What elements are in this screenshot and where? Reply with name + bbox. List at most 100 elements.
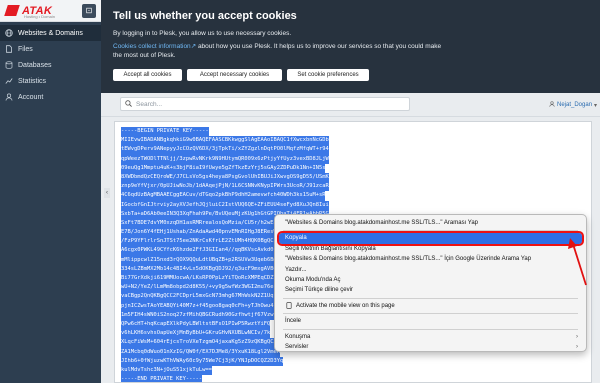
- accept-necessary-cookies-button[interactable]: Accept necessary cookies: [187, 69, 282, 81]
- accept-all-cookies-button[interactable]: Accept all cookies: [113, 69, 182, 81]
- key-line-text: mMlippcwlZ15nxd3rQOX9QQuLdtUBqZB+p2RSUVw…: [121, 255, 297, 265]
- header-divider: [101, 116, 600, 117]
- sidebar-item-label: Account: [18, 93, 44, 101]
- key-line: IGocbfGnIJtrviy2ayXVJefhJQjluiC2IstVUQ6Q…: [121, 200, 585, 210]
- menu-item-label: Konuşma: [285, 333, 311, 340]
- key-line: 4C6qdUzBAgMBAAECggEACuv/dTGqo2pkBhP9dhH2…: [121, 191, 585, 201]
- key-line-text: -----BEGIN PRIVATE KEY-----: [121, 127, 209, 137]
- key-line: qpWeezTWODlTTNljj/3zpwRvNKrk9N9HUtymQR00…: [121, 154, 585, 164]
- key-line-text: tEWvgDPerv9ANepyyJcCOzQV6DX/3jTpkTi/xZYZ…: [121, 145, 329, 155]
- chevron-down-icon: ▾: [594, 102, 598, 109]
- database-icon: [5, 61, 13, 69]
- menu-item[interactable]: Yazdır...: [275, 265, 586, 275]
- cookie-title: Tell us whether you accept cookies: [113, 10, 297, 22]
- chevron-right-icon: ›: [576, 343, 578, 350]
- menu-item-label: Servisler: [285, 343, 309, 350]
- menu-item[interactable]: Okuma Modu'nda Aç: [275, 275, 586, 285]
- chevron-left-icon: ‹: [106, 190, 108, 196]
- cookie-text-necessary: By logging in to Plesk, you allow us to …: [113, 30, 292, 37]
- mobile-icon: [285, 302, 292, 310]
- menu-item[interactable]: Servisler ›: [275, 342, 586, 352]
- key-line-text: Bi77GrXdkji619MMUocwA/LKsRP0PpLzYiTQoRcX…: [121, 274, 277, 284]
- user-menu[interactable]: Nejat_Dogan ▾: [549, 101, 597, 109]
- key-line-text: A6cgx0PWKL49CYfcK6hzde2FfJ3GIIan4//qqBKV…: [121, 246, 290, 256]
- key-line: znp9eYfVjxr/0pUJiwNoJb/1dAAqejPjN/1L6CSN…: [121, 182, 585, 192]
- key-line-text: v6hLKH6svhsOapUeXjMnByBbU+GKruGHvNXUBLwN…: [121, 329, 271, 339]
- user-icon: [5, 93, 13, 101]
- key-line: -----END PRIVATE KEY-----: [121, 375, 585, 382]
- menu-item[interactable]: İncele: [275, 316, 586, 326]
- cookie-info-link[interactable]: Cookies collect information: [113, 43, 191, 50]
- sidebar-nav: Websites & Domains Files Databases Stati…: [0, 22, 101, 105]
- menu-item[interactable]: Seçili Metnin Bağlantısını Kopyala: [275, 244, 586, 254]
- sidebar-item-label: Websites & Domains: [18, 29, 83, 37]
- key-line-text: IGocbfGnIJtrviy2ayXVJefhJQjluiC2IstVUQ6Q…: [121, 200, 329, 210]
- key-line: 8XWDbmdQzCEQroWE/J7CLsVo5gs4heya8PsgGvol…: [121, 172, 585, 183]
- cookie-preferences-button[interactable]: Set cookie preferences: [287, 69, 369, 81]
- key-line: MIIEvwIBADANBgkqhkiG9w0BAQEFAASCBKkwggSl…: [121, 136, 585, 146]
- logo-bar: ATAK Hosting • Domain ⊡: [0, 0, 101, 22]
- menu-separator: [283, 313, 578, 315]
- menu-item[interactable]: "Websites & Domains blog.atakdomainhost.…: [275, 254, 586, 264]
- menu-item-label: Seçimi Türkçe diline çevir: [285, 287, 353, 294]
- sidebar-item-websites-domains[interactable]: Websites & Domains: [0, 25, 101, 41]
- key-line-text: 09euQg1Mmptu4uK+s3bjF8iaI9fUwye5gZfTkzEz…: [121, 163, 326, 173]
- key-line: 09euQg1Mmptu4uK+s3bjF8iaI9fUwye5gZfTkzEz…: [121, 163, 585, 173]
- menu-item-label: Okuma Modu'nda Aç: [285, 276, 341, 283]
- key-line-text: pjnICZwsTAoYEABQYi40M7z+f45goo8gaq0cFh+y…: [121, 301, 274, 311]
- key-line: kulMdvTshc3N+jOuS51xjkTuLw==: [121, 365, 585, 376]
- menu-item-label: İncele: [285, 318, 302, 325]
- menu-item[interactable]: Activate the mobile view on this page: [275, 301, 586, 311]
- key-line-text: MIIEvwIBADANBgkqhkiG9w0BAQEFAASCBKkwggSl…: [121, 136, 329, 146]
- sidebar-item-account[interactable]: Account: [0, 89, 101, 105]
- key-line-text: 1m5FIH4sWN0iS2noq27zfMihQBGCRudh90Gzfhwt…: [121, 310, 274, 320]
- key-line-text: wU+N2/YeZ/lLmMm8obpd2d8K55/+vy9g5wfWz3WG…: [121, 283, 274, 293]
- file-icon: [5, 45, 13, 53]
- globe-icon: [5, 29, 13, 37]
- key-line-text: 8XWDbmdQzCEQroWE/J7CLsVo5gs4heya8PsgGvol…: [121, 172, 329, 183]
- key-line-text: znp9eYfVjxr/0pUJiwNoJb/1dAAqejPjN/1L6CSN…: [121, 182, 329, 192]
- chart-icon: [5, 77, 13, 85]
- key-line-text: 334sLZBmMX2Mb14c4BI4vLx5dOKBgQDJ92/q3ucF…: [121, 264, 281, 275]
- menu-separator: [283, 328, 578, 330]
- menu-item-label: "Websites & Domains blog.atakdomainhost.…: [285, 256, 532, 263]
- key-line-text: JIhb6+0fWjuzwKThVWAy60c9y75We7Cj3jK/YNJp…: [121, 356, 284, 366]
- user-icon: [549, 101, 555, 109]
- menu-item-label: Kopyala: [285, 235, 307, 242]
- key-line: JIhb6+0fWjuzwKThVWAy60c9y75We7Cj3jK/YNJp…: [121, 356, 585, 366]
- collapse-panel-button[interactable]: ‹: [104, 188, 110, 198]
- menu-item[interactable]: Seçimi Türkçe diline çevir: [275, 285, 586, 295]
- key-line-text: kulMdvTshc3N+jOuS51xjkTuLw==: [121, 365, 212, 376]
- sidebar-item-label: Statistics: [18, 77, 47, 85]
- menu-item[interactable]: "Websites & Domains blog.atakdomainhost.…: [275, 218, 586, 228]
- key-line-text: ZA1Mcbq0dWuo01nXzIG/QW0f/EX7DJMe8/3YxuK1…: [121, 347, 281, 357]
- sidebar-item-files[interactable]: Files: [0, 41, 101, 57]
- menu-separator: [283, 297, 578, 299]
- search-placeholder: Search...: [136, 100, 163, 108]
- menu-item-label: Seçili Metnin Bağlantısını Kopyala: [285, 245, 376, 252]
- search-input[interactable]: Search...: [120, 97, 410, 111]
- key-line-text: XLqcFiWsM+604rEjcsTroVXeTzgmO4jaxaKg5zZ9…: [121, 338, 277, 348]
- sidebar-toggle-icon[interactable]: ⊡: [82, 4, 96, 18]
- context-menu: "Websites & Domains blog.atakdomainhost.…: [274, 214, 587, 352]
- search-icon: [125, 99, 132, 109]
- menu-item[interactable]: Konuşma ›: [275, 332, 586, 342]
- chevron-right-icon: ›: [576, 333, 578, 340]
- brand-tagline: Hosting • Domain: [24, 14, 55, 19]
- menu-item-label: Yazdır...: [285, 266, 307, 273]
- key-line-text: vaCBgp2QnQKBgQCC2FCDprL5mxGcN73mhg67MhWs…: [121, 292, 274, 302]
- sidebar: ATAK Hosting • Domain ⊡ Websites & Domai…: [0, 0, 101, 383]
- key-line-text: qpWeezTWODlTTNljj/3zpwRvNKrk9N9HUtymQR00…: [121, 154, 329, 164]
- sidebar-item-label: Files: [18, 45, 33, 53]
- cookie-text-info: Cookies collect information↗ about how y…: [113, 42, 443, 60]
- menu-item-label: "Websites & Domains blog.atakdomainhost.…: [285, 220, 479, 226]
- cookie-banner: Tell us whether you accept cookies By lo…: [101, 0, 600, 93]
- sidebar-item-databases[interactable]: Databases: [0, 57, 101, 73]
- menu-item-copy[interactable]: Kopyala: [277, 231, 584, 246]
- brand-logo-icon: [4, 5, 20, 16]
- sidebar-item-statistics[interactable]: Statistics: [0, 73, 101, 89]
- key-line-text: QPw6cHT+hqKcapEXlkPdyLBWltstBFsO1PIwP5Rw…: [121, 319, 271, 330]
- sidebar-item-label: Databases: [18, 61, 52, 69]
- cookie-buttons: Accept all cookies Accept necessary cook…: [113, 69, 369, 81]
- key-line: tEWvgDPerv9ANepyyJcCOzQV6DX/3jTpkTi/xZYZ…: [121, 145, 585, 155]
